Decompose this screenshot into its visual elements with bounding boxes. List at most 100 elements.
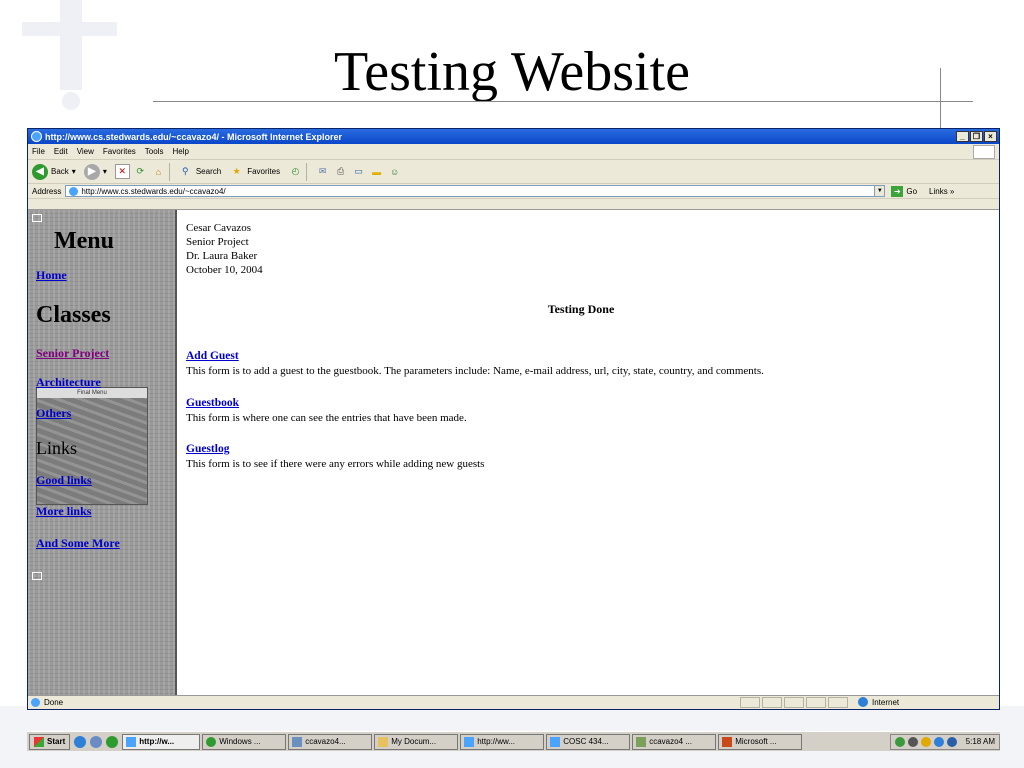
task-label: http://ww... bbox=[477, 737, 516, 746]
tray-icon[interactable] bbox=[907, 736, 918, 747]
menu-favorites[interactable]: Favorites bbox=[103, 147, 136, 156]
main-frame: Cesar Cavazos Senior Project Dr. Laura B… bbox=[186, 210, 996, 698]
windows-flag-icon bbox=[34, 736, 44, 747]
system-tray: 5:18 AM bbox=[889, 733, 1000, 750]
links-button[interactable]: Links » bbox=[929, 187, 954, 196]
forward-button[interactable]: ▶ ▾ bbox=[83, 163, 107, 180]
quicklaunch-ie-icon[interactable] bbox=[74, 735, 87, 748]
status-panel bbox=[762, 697, 782, 708]
page-icon bbox=[69, 186, 79, 196]
discuss-icon[interactable]: ▬ bbox=[369, 164, 384, 179]
nav-link-others[interactable]: Others bbox=[36, 406, 71, 421]
window-titlebar[interactable]: http://www.cs.stedwards.edu/~ccavazo4/ -… bbox=[28, 129, 999, 144]
history-icon[interactable]: ◴ bbox=[288, 164, 303, 179]
page-content: Menu Home Classes Senior Project Final M… bbox=[28, 209, 999, 698]
start-button[interactable]: Start bbox=[29, 733, 71, 750]
tray-icon[interactable] bbox=[920, 736, 931, 747]
network-icon bbox=[292, 736, 303, 747]
guestlog-link[interactable]: Guestlog bbox=[186, 443, 229, 455]
quicklaunch-media-icon[interactable] bbox=[106, 735, 119, 748]
restore-button[interactable]: ❐ bbox=[970, 131, 983, 142]
windows-logo-icon bbox=[973, 145, 995, 159]
task-windows[interactable]: Windows ... bbox=[202, 733, 287, 750]
address-bar: Address http://www.cs.stedwards.edu/~cca… bbox=[28, 184, 999, 199]
stop-icon[interactable]: ✕ bbox=[114, 164, 130, 179]
edit-icon[interactable]: ▭ bbox=[351, 164, 366, 179]
menu-bar: File Edit View Favorites Tools Help bbox=[28, 144, 999, 160]
tray-icon[interactable] bbox=[933, 736, 944, 747]
ie-icon bbox=[126, 736, 137, 747]
classes-heading: Classes bbox=[36, 302, 111, 328]
toolbar-separator bbox=[168, 162, 170, 181]
security-zone: Internet bbox=[858, 697, 899, 707]
ie-icon bbox=[550, 736, 561, 747]
background-cross-bar-decoration bbox=[22, 22, 117, 36]
home-icon[interactable]: ⌂ bbox=[151, 164, 166, 179]
messenger-icon[interactable]: ☺ bbox=[387, 164, 402, 179]
menu-view[interactable]: View bbox=[77, 147, 94, 156]
zone-label: Internet bbox=[872, 697, 900, 707]
task-my-documents[interactable]: My Docum... bbox=[374, 733, 459, 750]
search-button[interactable]: ⚲ Search bbox=[178, 164, 221, 179]
nav-link-senior-project[interactable]: Senior Project bbox=[36, 346, 109, 361]
address-dropdown-icon[interactable]: ▼ bbox=[874, 186, 885, 196]
standard-toolbar: ◀ Back ▾ ▶ ▾ ✕ ⟳ ⌂ ⚲ Search ★ Favorites … bbox=[28, 160, 999, 184]
status-panel bbox=[740, 697, 760, 708]
add-guest-link[interactable]: Add Guest bbox=[186, 350, 239, 362]
nav-link-and-some-more[interactable]: And Some More bbox=[36, 536, 120, 551]
menu-help[interactable]: Help bbox=[172, 147, 188, 156]
task-label: Windows ... bbox=[219, 737, 261, 746]
add-guest-description: This form is to add a guest to the guest… bbox=[186, 365, 764, 377]
back-arrow-icon: ◀ bbox=[32, 163, 48, 180]
minimize-button[interactable]: _ bbox=[956, 131, 969, 142]
forward-dropdown-icon[interactable]: ▾ bbox=[103, 167, 107, 176]
status-text: Done bbox=[44, 698, 64, 707]
back-button[interactable]: ◀ Back ▾ bbox=[32, 163, 76, 180]
internet-globe-icon bbox=[858, 697, 868, 707]
status-panel bbox=[784, 697, 804, 708]
task-ccavazo4-1[interactable]: ccavazo4... bbox=[288, 733, 373, 750]
taskbar: Start http://w... Windows ... ccavazo4..… bbox=[27, 731, 1000, 751]
refresh-icon[interactable]: ⟳ bbox=[133, 164, 148, 179]
quicklaunch-outlook-icon[interactable] bbox=[90, 735, 103, 748]
status-bar: Done Internet bbox=[28, 695, 999, 709]
menu-file[interactable]: File bbox=[32, 147, 45, 156]
clock[interactable]: 5:18 AM bbox=[966, 737, 995, 746]
nav-link-home[interactable]: Home bbox=[36, 268, 67, 283]
task-ie-2[interactable]: http://ww... bbox=[460, 733, 545, 750]
go-label: Go bbox=[906, 186, 918, 196]
powerpoint-icon bbox=[722, 736, 733, 747]
toolbar-separator bbox=[306, 162, 308, 181]
author-name: Cesar Cavazos bbox=[186, 222, 252, 234]
print-icon[interactable]: ⎙ bbox=[333, 164, 348, 179]
ftp-icon bbox=[636, 736, 647, 747]
media-player-icon bbox=[206, 736, 217, 747]
status-panel bbox=[828, 697, 848, 708]
task-label: ccavazo4... bbox=[305, 737, 346, 746]
go-button[interactable]: ➔ Go bbox=[891, 185, 918, 197]
favorites-label: Favorites bbox=[247, 167, 281, 176]
close-button[interactable]: × bbox=[984, 131, 997, 142]
status-panels bbox=[740, 697, 848, 708]
task-ccavazo4-2[interactable]: ccavazo4 ... bbox=[632, 733, 717, 750]
back-dropdown-icon[interactable]: ▾ bbox=[72, 167, 76, 176]
task-microsoft[interactable]: Microsoft ... bbox=[718, 733, 803, 750]
menu-edit[interactable]: Edit bbox=[54, 147, 68, 156]
guestbook-link[interactable]: Guestbook bbox=[186, 397, 239, 409]
tray-icon[interactable] bbox=[946, 736, 957, 747]
task-ie-active[interactable]: http://w... bbox=[122, 733, 201, 750]
browser-window: http://www.cs.stedwards.edu/~ccavazo4/ -… bbox=[27, 128, 1000, 710]
forward-arrow-icon: ▶ bbox=[83, 163, 100, 180]
menu-heading: Menu bbox=[54, 228, 114, 254]
menu-tools[interactable]: Tools bbox=[145, 147, 164, 156]
date-text: October 10, 2004 bbox=[186, 264, 263, 276]
tray-icon[interactable] bbox=[894, 736, 905, 747]
nav-link-architecture[interactable]: Architecture bbox=[36, 375, 101, 390]
address-url: http://www.cs.stedwards.edu/~ccavazo4/ bbox=[81, 186, 226, 196]
favorites-button[interactable]: ★ Favorites bbox=[229, 164, 280, 179]
mail-icon[interactable]: ✉ bbox=[315, 164, 330, 179]
nav-link-more-links[interactable]: More links bbox=[36, 504, 91, 519]
nav-link-good-links[interactable]: Good links bbox=[36, 473, 92, 488]
task-cosc[interactable]: COSC 434... bbox=[546, 733, 631, 750]
address-input[interactable]: http://www.cs.stedwards.edu/~ccavazo4/ ▼ bbox=[65, 185, 886, 197]
